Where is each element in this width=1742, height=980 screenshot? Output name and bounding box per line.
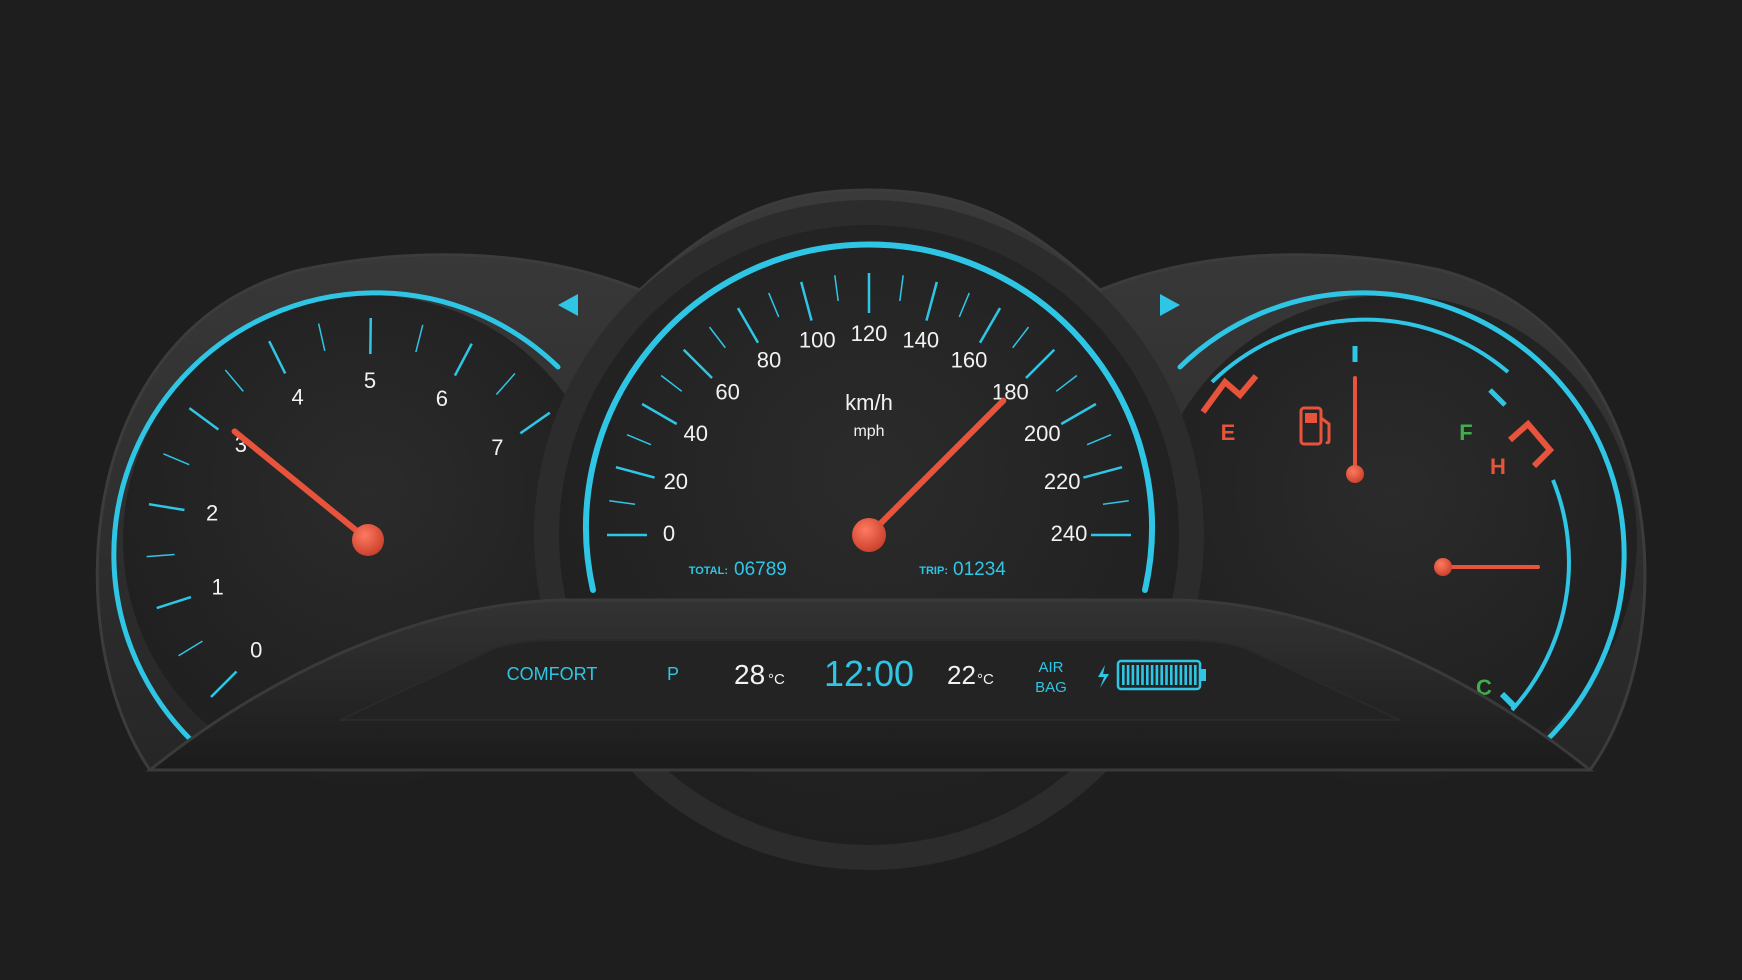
battery-cell [1189,665,1192,685]
speed-label-60: 60 [715,379,739,404]
outside-temp-unit: °C [768,671,785,688]
speed-label-100: 100 [799,328,836,353]
battery-cell [1170,665,1173,685]
battery-cell [1131,665,1135,685]
speed-unit-secondary: mph [853,423,884,440]
odometer-total-value: 06789 [734,559,787,580]
battery-cell [1174,665,1178,685]
speed-label-20: 20 [664,469,688,494]
tach-label-1: 1 [211,574,223,599]
battery-cell [1122,665,1125,685]
speed-label-80: 80 [757,348,781,373]
speed-label-180: 180 [992,379,1029,404]
speed-label-200: 200 [1024,421,1061,446]
gear-indicator: P [667,664,679,684]
battery-cell [1126,665,1130,685]
temp-hot-label: H [1490,454,1506,479]
battery-cell [1136,665,1139,685]
odometer-trip-value: 01234 [953,559,1006,580]
speed-label-160: 160 [951,348,988,373]
tach-label-0: 0 [250,638,262,663]
fuel-full-label: F [1459,420,1472,445]
inside-temp-unit: °C [977,671,994,688]
battery-cell [1155,665,1159,685]
drive-mode-label: COMFORT [507,664,598,684]
tach-label-7: 7 [491,435,503,460]
speed-unit-primary: km/h [845,390,893,415]
clock-display: 12:00 [824,653,914,694]
battery-cell [1184,665,1187,685]
airbag-label-line1: AIR [1038,659,1063,676]
battery-cell [1165,665,1168,685]
odometer-trip-label: TRIP: [919,565,948,577]
battery-cell [1179,665,1183,685]
battery-cell [1150,665,1154,685]
inside-temp-value: 22 [947,660,976,690]
dashboard-cluster: 0 1 2 3 4 5 6 7 0 20 40 60 80 100 120 14… [95,188,1647,870]
outside-temp-value: 28 [734,659,765,690]
tach-label-6: 6 [436,386,448,411]
battery-cell [1146,665,1149,685]
airbag-label-line2: BAG [1035,679,1067,696]
battery-cell [1141,665,1144,685]
tach-label-4: 4 [292,384,304,409]
speed-label-0: 0 [663,521,675,546]
odometer-total-label: TOTAL: [689,565,728,577]
speed-label-40: 40 [684,421,708,446]
tach-label-5: 5 [364,368,376,393]
battery-cell [1160,665,1163,685]
speed-label-140: 140 [902,328,939,353]
speed-label-240: 240 [1051,521,1088,546]
speed-label-120: 120 [851,321,888,346]
speed-label-220: 220 [1044,469,1081,494]
fuel-empty-label: E [1221,420,1236,445]
battery-cell [1194,665,1197,685]
tach-label-2: 2 [206,500,218,525]
